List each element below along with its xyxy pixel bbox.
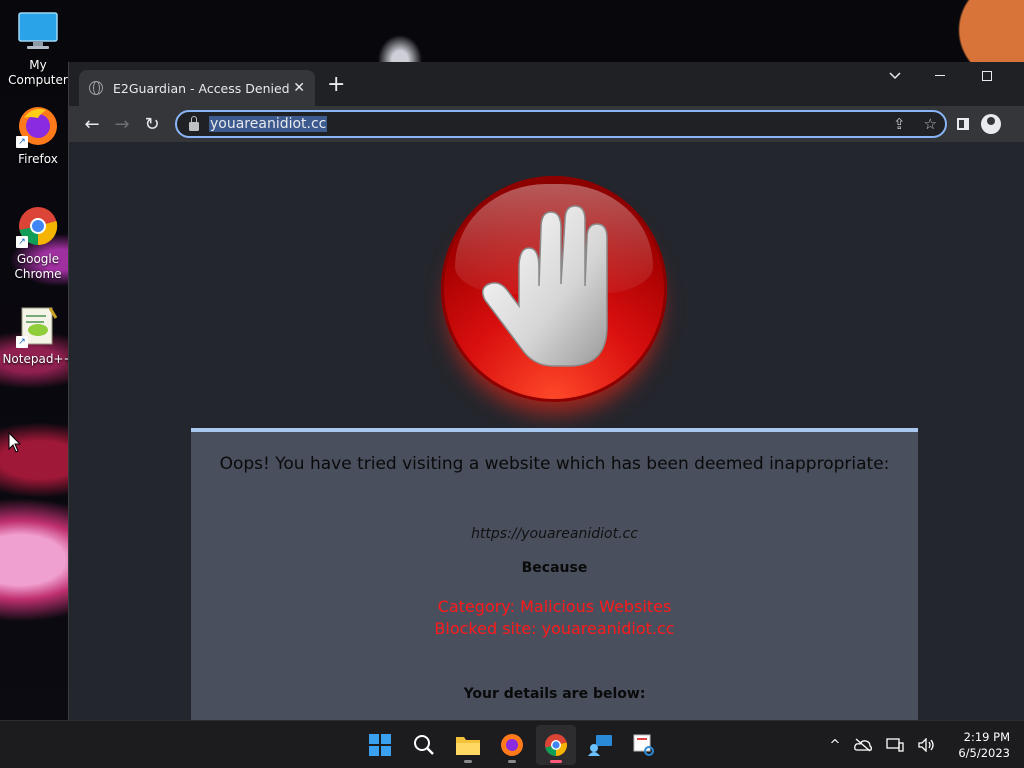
firefox-icon <box>501 734 523 756</box>
minimize-button[interactable] <box>935 62 945 90</box>
shortcut-arrow-icon: ↗ <box>16 136 28 148</box>
taskbar-chrome[interactable] <box>536 725 576 765</box>
stop-hand-logo <box>441 176 667 402</box>
blocked-url: https://youareanidiot.cc <box>471 526 638 542</box>
globe-icon <box>89 81 103 95</box>
block-headline: Oops! You have tried visiting a website … <box>219 454 890 474</box>
notepad-plus-plus-icon: ↗ <box>16 304 60 348</box>
desktop-icon-label: Google Chrome <box>14 252 62 281</box>
page-content: Oops! You have tried visiting a website … <box>69 142 1024 720</box>
forward-button[interactable]: → <box>107 109 137 139</box>
reload-button[interactable]: ↻ <box>137 109 167 139</box>
onedrive-offline-icon[interactable] <box>854 738 873 752</box>
tab-title: E2Guardian - Access Denied <box>113 80 290 96</box>
browser-window: E2Guardian - Access Denied ✕ + ← → ↻ you… <box>68 62 1024 720</box>
desktop-icon-firefox[interactable]: ↗ Firefox <box>0 104 76 167</box>
minimize-icon <box>935 75 945 76</box>
bookmark-star-icon[interactable]: ☆ <box>924 115 937 133</box>
snipping-tool-icon <box>633 734 654 756</box>
running-indicator <box>464 760 472 763</box>
desktop-icon-my-computer[interactable]: My Computer <box>0 10 76 88</box>
tab-access-denied[interactable]: E2Guardian - Access Denied ✕ <box>79 70 315 106</box>
search-button[interactable] <box>404 725 444 765</box>
address-bar[interactable]: youareanidiot.cc ⇪ ☆ <box>175 110 947 138</box>
desktop-icon-google-chrome[interactable]: ↗ Google Chrome <box>0 204 76 282</box>
running-indicator <box>508 760 516 763</box>
running-indicator <box>550 760 562 763</box>
start-button[interactable] <box>360 725 400 765</box>
folder-icon <box>456 737 480 755</box>
tab-search-button[interactable] <box>889 62 901 90</box>
tab-close-button[interactable]: ✕ <box>293 80 305 96</box>
clock-time: 2:19 PM <box>963 730 1010 744</box>
volume-icon[interactable] <box>918 738 936 752</box>
browser-toolbar: ← → ↻ youareanidiot.cc ⇪ ☆ <box>69 106 1024 142</box>
profile-avatar-icon[interactable] <box>981 114 1001 134</box>
taskbar-remote-desktop[interactable] <box>580 725 620 765</box>
search-icon <box>414 735 434 755</box>
taskbar-snipping-tool[interactable] <box>624 725 664 765</box>
desktop-icon-notepad-plus-plus[interactable]: ↗ Notepad++ <box>0 304 76 367</box>
block-reason: Category: Malicious Websites Blocked sit… <box>191 596 918 640</box>
maximize-icon <box>982 71 992 81</box>
desktop-icon-label: My Computer <box>8 58 68 87</box>
maximize-button[interactable] <box>982 62 992 90</box>
tray-overflow-chevron-icon[interactable]: ^ <box>829 738 840 753</box>
taskbar-file-explorer[interactable] <box>448 725 488 765</box>
system-tray: ^ 2:19 PM 6/5/2023 <box>829 721 1010 768</box>
new-tab-button[interactable]: + <box>327 74 345 96</box>
shortcut-arrow-icon: ↗ <box>16 336 28 348</box>
remote-desktop-icon <box>588 735 612 756</box>
because-label: Because <box>521 560 588 576</box>
blocked-site: Blocked site: youareanidiot.cc <box>434 619 675 638</box>
windows-logo-icon <box>369 734 391 756</box>
network-icon[interactable] <box>886 738 904 752</box>
monitor-icon <box>16 10 60 54</box>
taskbar: ^ 2:19 PM 6/5/2023 <box>0 720 1024 768</box>
block-category: Category: Malicious Websites <box>437 597 672 616</box>
shortcut-arrow-icon: ↗ <box>16 236 28 248</box>
details-heading: Your details are below: <box>463 686 646 702</box>
blocked-message-panel: Oops! You have tried visiting a website … <box>191 428 918 720</box>
chevron-down-icon <box>889 72 901 80</box>
clock[interactable]: 2:19 PM 6/5/2023 <box>958 729 1010 761</box>
address-url[interactable]: youareanidiot.cc <box>209 116 328 132</box>
clock-date: 6/5/2023 <box>958 746 1010 760</box>
hand-icon <box>482 205 608 367</box>
lock-icon <box>189 115 199 131</box>
tab-strip: E2Guardian - Access Denied ✕ + <box>69 62 1024 106</box>
back-button[interactable]: ← <box>77 109 107 139</box>
desktop-icon-label: Notepad++ <box>2 352 74 366</box>
chrome-icon <box>545 734 567 756</box>
desktop-icon-label: Firefox <box>18 152 58 166</box>
mouse-cursor-icon <box>8 432 22 453</box>
chrome-icon: ↗ <box>16 204 60 248</box>
firefox-icon: ↗ <box>16 104 60 148</box>
side-panel-icon[interactable] <box>957 118 969 130</box>
share-icon[interactable]: ⇪ <box>893 115 906 133</box>
taskbar-firefox[interactable] <box>492 725 532 765</box>
